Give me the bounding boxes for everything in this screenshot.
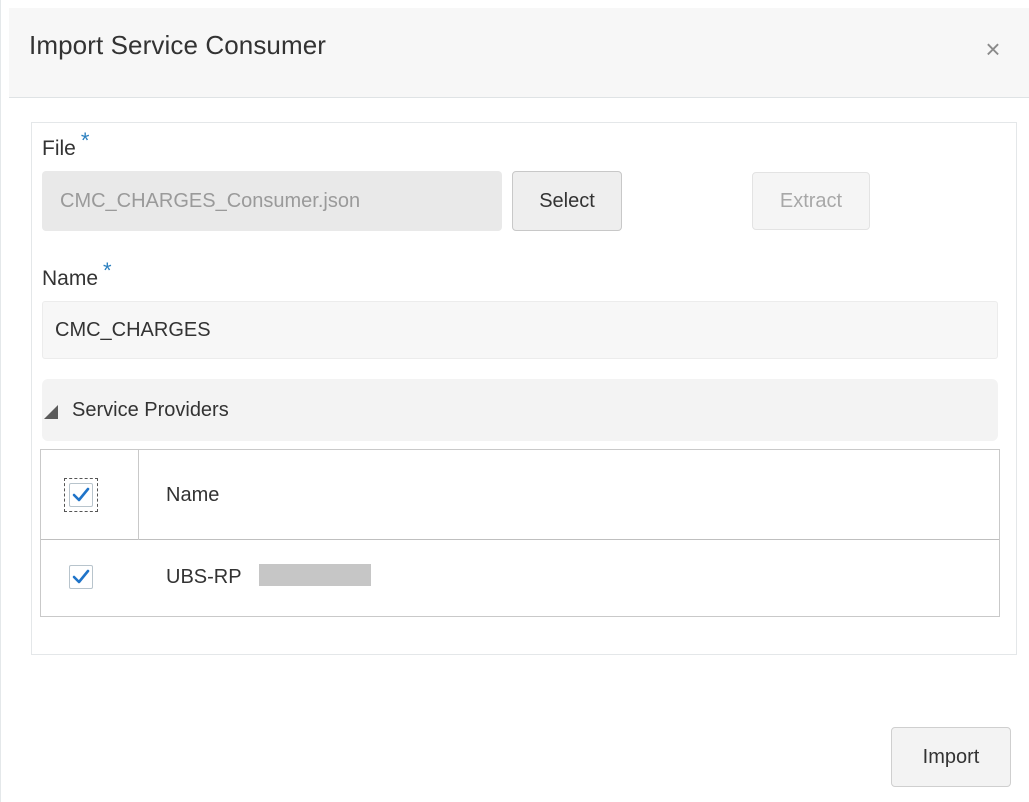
extract-button[interactable]: Extract bbox=[752, 172, 870, 230]
dialog-title: Import Service Consumer bbox=[29, 30, 327, 60]
column-divider bbox=[138, 450, 139, 540]
file-label-text: File bbox=[42, 137, 76, 160]
close-icon[interactable]: × bbox=[978, 34, 1008, 64]
select-button[interactable]: Select bbox=[512, 171, 622, 231]
name-label-text: Name bbox=[42, 267, 99, 290]
column-header-name[interactable]: Name bbox=[166, 450, 219, 540]
name-label: Name * bbox=[42, 258, 112, 291]
import-button[interactable]: Import bbox=[891, 727, 1011, 787]
required-asterisk: * bbox=[103, 258, 112, 283]
section-title: Service Providers bbox=[72, 399, 229, 421]
collapse-triangle-icon[interactable] bbox=[44, 405, 58, 419]
row-checkbox[interactable] bbox=[69, 565, 93, 589]
service-providers-section-header[interactable]: Service Providers bbox=[42, 379, 998, 441]
redacted-text bbox=[259, 564, 371, 586]
provider-name: UBS-RP bbox=[166, 566, 242, 588]
select-all-checkbox[interactable] bbox=[69, 483, 93, 507]
name-field[interactable]: CMC_CHARGES bbox=[42, 301, 998, 359]
import-service-consumer-dialog: Import Service Consumer × File * CMC_CHAR… bbox=[0, 0, 1029, 802]
file-label: File * bbox=[42, 128, 89, 161]
table-header: Name bbox=[41, 450, 999, 540]
content-panel: File * CMC_CHARGES_Consumer.json Select E… bbox=[31, 122, 1017, 655]
required-asterisk: * bbox=[80, 128, 90, 153]
checkmark-icon bbox=[72, 569, 90, 584]
service-providers-table: Name UBS-RP bbox=[40, 449, 1000, 617]
checkmark-icon bbox=[72, 487, 90, 502]
dialog-header: Import Service Consumer × bbox=[9, 8, 1029, 98]
file-path-field[interactable]: CMC_CHARGES_Consumer.json bbox=[42, 171, 502, 231]
